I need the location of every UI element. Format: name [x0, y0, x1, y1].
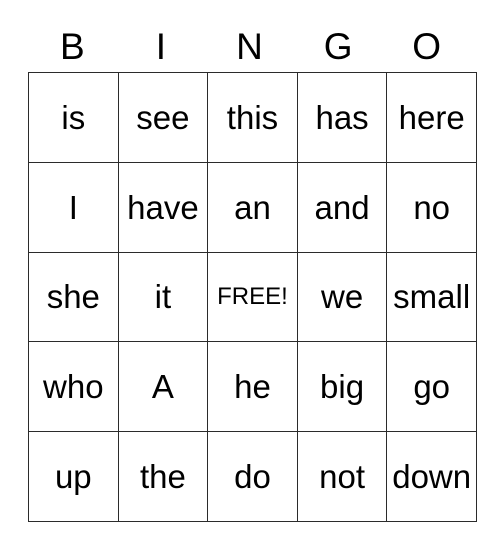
bingo-cell[interactable]: he [207, 341, 298, 433]
bingo-cell[interactable]: not [296, 431, 388, 522]
bingo-cell[interactable]: who [28, 341, 119, 433]
header-letter-n: N [236, 25, 263, 67]
bingo-cell-label: the [139, 458, 186, 496]
bingo-cell-label: it [154, 278, 172, 316]
bingo-cell-label: and [314, 188, 370, 226]
bingo-cell-label: I [68, 188, 78, 226]
bingo-cell-label: do [234, 458, 271, 496]
bingo-cell-label: A [151, 368, 174, 406]
header-letter-i: I [155, 25, 167, 67]
bingo-cell-label: up [54, 458, 92, 496]
bingo-cell[interactable]: I [28, 161, 119, 253]
bingo-cell-label: down [392, 458, 472, 496]
bingo-cell-label: she [46, 278, 100, 316]
bingo-cell[interactable]: an [207, 161, 298, 253]
bingo-cell-label: we [320, 278, 364, 316]
bingo-grid: is see this has here I have an and no sh… [28, 72, 477, 522]
bingo-row: up the do not down [28, 431, 477, 522]
bingo-cell[interactable]: the [117, 431, 209, 522]
header-letter-o: O [412, 25, 442, 67]
bingo-cell[interactable]: see [117, 72, 209, 163]
bingo-cell-label: go [413, 368, 451, 406]
bingo-cell-label: small [393, 278, 471, 316]
bingo-cell[interactable]: we [296, 251, 388, 343]
bingo-cell-label: an [234, 188, 271, 226]
bingo-row: is see this has here [28, 72, 477, 163]
bingo-cell-label: not [319, 458, 366, 496]
bingo-cell[interactable]: go [386, 341, 477, 433]
bingo-cell-label: who [43, 368, 104, 406]
bingo-cell-label: have [127, 188, 199, 226]
bingo-cell[interactable]: she [28, 251, 119, 343]
bingo-cell-label: big [320, 368, 365, 406]
header-letter-b: B [59, 25, 85, 67]
bingo-cell[interactable]: it [117, 251, 209, 343]
bingo-cell[interactable]: this [207, 72, 298, 163]
bingo-cell[interactable]: big [296, 341, 388, 433]
bingo-cell[interactable]: down [386, 431, 477, 522]
bingo-cell[interactable]: no [386, 161, 477, 253]
bingo-cell[interactable]: here [386, 72, 477, 163]
bingo-cell-free-space[interactable]: FREE! [207, 251, 298, 343]
bingo-cell[interactable]: do [207, 431, 298, 522]
bingo-cell[interactable]: have [117, 161, 209, 253]
bingo-cell[interactable]: has [296, 72, 388, 163]
bingo-cell-label: is [61, 98, 86, 136]
bingo-row: who A he big go [28, 341, 477, 433]
bingo-cell-label: he [234, 368, 271, 406]
bingo-cell[interactable]: A [117, 341, 209, 433]
bingo-cell-label: no [413, 188, 451, 226]
bingo-cell[interactable]: is [28, 72, 119, 163]
bingo-header-row: B I N G O [28, 20, 471, 72]
bingo-cell[interactable]: up [28, 431, 119, 522]
bingo-cell[interactable]: and [296, 161, 388, 253]
bingo-cell-label: has [315, 98, 369, 136]
bingo-cell[interactable]: small [386, 251, 477, 343]
bingo-card: B I N G O is see this has here I have an… [28, 20, 477, 522]
header-letter-g: G [323, 25, 353, 67]
bingo-cell-label: FREE! [217, 282, 288, 310]
bingo-cell-label: see [136, 98, 190, 136]
bingo-cell-label: this [226, 98, 279, 136]
bingo-cell-label: here [398, 98, 465, 136]
bingo-row: she it FREE! we small [28, 251, 477, 343]
bingo-row: I have an and no [28, 161, 477, 253]
